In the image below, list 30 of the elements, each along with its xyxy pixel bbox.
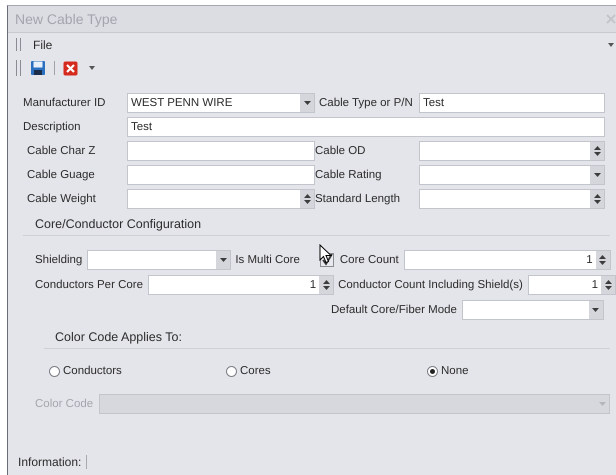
radio-button[interactable]: Conductors xyxy=(49,365,226,377)
radio-button[interactable]: None xyxy=(427,365,468,377)
field-label: Core Count xyxy=(340,254,399,266)
field-label: Standard Length xyxy=(315,193,402,205)
field-label: Description xyxy=(23,121,82,133)
field-label: Conductor Count Including Shield(s) xyxy=(338,279,523,291)
field-label: Conductors Per Core xyxy=(35,279,144,291)
field-label: Manufacturer ID xyxy=(23,97,106,109)
menu-item[interactable]: File xyxy=(33,38,52,52)
field-label: Is Multi Core xyxy=(235,254,300,266)
input-field[interactable]: Test xyxy=(419,93,605,113)
spin-field[interactable]: 1 xyxy=(404,250,611,270)
field-label: Cable Type or P/N xyxy=(318,97,414,109)
field-label: Cable Guage xyxy=(26,169,96,181)
field-label: Shielding xyxy=(35,254,82,266)
section-heading: Core/Conductor Configuration xyxy=(34,217,202,231)
field-label: Cable Char Z xyxy=(26,145,96,157)
field-label: Cable OD xyxy=(315,145,366,157)
window-title: New Cable Type xyxy=(15,11,118,27)
status-label: Information: xyxy=(18,454,82,468)
dropdown-field[interactable]: WEST PENN WIRE xyxy=(127,93,315,113)
section-heading: Color Code Applies To: xyxy=(54,330,182,344)
field-label: Cable Rating xyxy=(315,169,382,181)
field-label: Cable Weight xyxy=(26,193,97,205)
radio-button[interactable]: Cores xyxy=(226,365,427,377)
field-label: Color Code xyxy=(35,398,94,410)
spin-field[interactable]: 1 xyxy=(528,275,616,295)
spin-field[interactable]: 1 xyxy=(148,275,334,295)
field-label: Default Core/Fiber Mode xyxy=(331,304,457,316)
input-field[interactable]: Test xyxy=(127,117,605,137)
